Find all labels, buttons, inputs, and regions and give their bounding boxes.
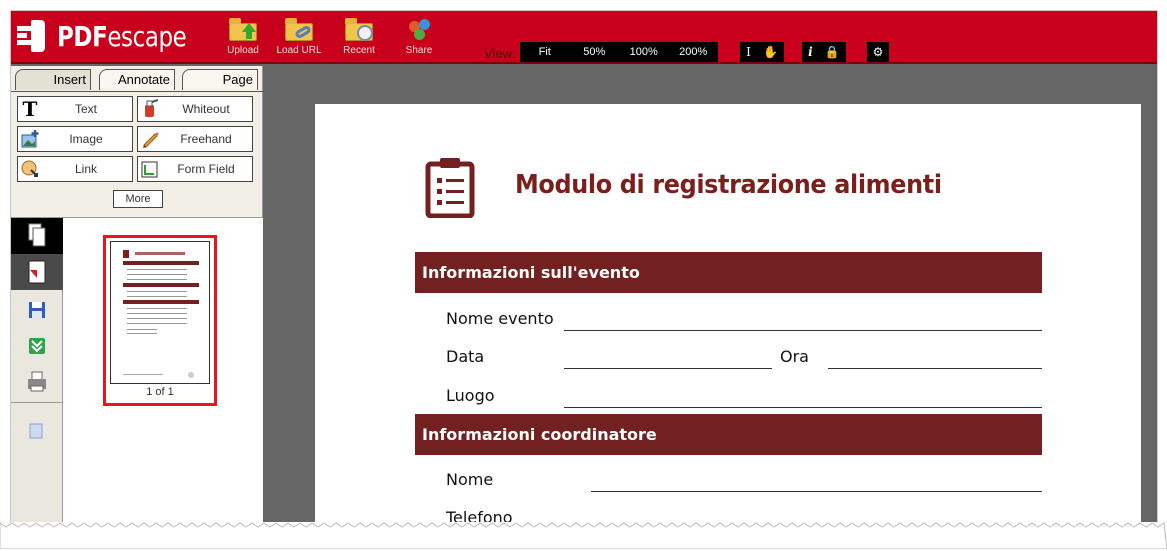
time-label: Ora [780, 347, 809, 366]
page-thumbnail-1[interactable]: 1 of 1 [103, 235, 217, 406]
form-field-tool-button[interactable]: Form Field [137, 156, 253, 182]
pencil-icon [140, 129, 160, 149]
sidebar-icon-strip [11, 218, 63, 532]
freehand-label: Freehand [180, 132, 232, 146]
logo-text: PDFescape [57, 19, 187, 53]
share-button[interactable]: Share [394, 17, 444, 59]
recent-button[interactable]: Recent [334, 17, 384, 59]
name-label: Nome [446, 470, 494, 489]
torn-edge-decoration [0, 522, 1167, 549]
tab-annotate[interactable]: Annotate [99, 69, 175, 90]
load-url-label: Load URL [276, 45, 322, 56]
more-tools-button[interactable]: More [113, 190, 163, 208]
text-tool-button[interactable]: T Text [17, 96, 133, 122]
upload-button[interactable]: Upload [218, 17, 268, 59]
share-label: Share [405, 45, 433, 56]
page-thumbnails-icon[interactable] [11, 218, 63, 254]
section-coordinator-header: Informazioni coordinatore [415, 414, 1042, 455]
whiteout-label: Whiteout [182, 102, 230, 116]
freehand-tool-button[interactable]: Freehand [137, 126, 253, 152]
cursor-tools: I ✋ [740, 42, 784, 62]
settings-tools: ⚙ [867, 42, 889, 62]
view-label: View: [484, 46, 516, 61]
name-line[interactable] [591, 491, 1042, 492]
text-tool-icon: T [22, 97, 38, 121]
top-toolbar: PDFescape Upload Load URL Recent Share V… [11, 11, 1157, 64]
pdfescape-logo[interactable]: PDFescape [15, 19, 215, 53]
place-label: Luogo [446, 386, 495, 405]
date-label: Data [446, 347, 485, 366]
link-label: Link [74, 162, 97, 176]
section-event-header: Informazioni sull'evento [415, 252, 1042, 293]
time-line[interactable] [828, 368, 1042, 369]
image-tool-button[interactable]: Image [17, 126, 133, 152]
pdfescape-app: PDFescape Upload Load URL Recent Share V… [10, 10, 1158, 533]
zoom-fit-option[interactable]: Fit [520, 42, 570, 62]
whiteout-icon [140, 99, 160, 119]
tab-page[interactable]: Page [182, 69, 258, 90]
info-tools: i 🔒 [802, 42, 846, 62]
page-view-icon[interactable] [11, 414, 63, 450]
clipboard-icon [425, 156, 475, 219]
zoom-50-option[interactable]: 50% [570, 42, 620, 62]
pdf-document-icon[interactable] [11, 254, 63, 290]
load-url-button[interactable]: Load URL [274, 17, 324, 59]
lock-icon[interactable]: 🔒 [825, 45, 840, 59]
page-sidebar: 1 of 1 [11, 217, 263, 532]
zoom-200-option[interactable]: 200% [669, 42, 719, 62]
logo-icon [15, 20, 49, 52]
document-title: Modulo di registrazione alimenti [515, 170, 942, 200]
tab-insert[interactable]: Insert [15, 69, 91, 90]
date-line[interactable] [564, 368, 772, 369]
pdf-page[interactable]: Modulo di registrazione alimenti Informa… [315, 104, 1141, 532]
link-icon [20, 159, 40, 179]
upload-icon [225, 17, 261, 43]
place-line[interactable] [564, 407, 1042, 408]
info-icon[interactable]: i [808, 45, 813, 59]
text-cursor-icon[interactable]: I [746, 45, 751, 59]
hand-icon[interactable]: ✋ [763, 45, 778, 59]
thumbnail-preview [110, 241, 210, 384]
recent-label: Recent [343, 45, 375, 56]
upload-label: Upload [227, 45, 259, 56]
thumbnail-panel: 1 of 1 [63, 218, 263, 532]
gear-icon[interactable]: ⚙ [873, 45, 884, 59]
whiteout-tool-button[interactable]: Whiteout [137, 96, 253, 122]
share-people-icon [401, 17, 437, 43]
form-field-label: Form Field [177, 162, 235, 176]
save-icon[interactable] [11, 292, 63, 328]
page-count-label: 1 of 1 [146, 386, 174, 398]
text-tool-label: Text [74, 102, 97, 116]
link-tool-button[interactable]: Link [17, 156, 133, 182]
image-label: Image [69, 132, 103, 146]
panel-tabs: Insert Annotate Page [11, 69, 263, 92]
event-name-label: Nome evento [446, 309, 554, 328]
zoom-100-option[interactable]: 100% [619, 42, 669, 62]
form-field-icon [140, 159, 160, 179]
print-icon[interactable] [11, 364, 63, 400]
load-url-icon [281, 17, 317, 43]
download-icon[interactable] [11, 328, 63, 364]
document-viewport[interactable]: Modulo di registrazione alimenti Informa… [264, 66, 1157, 532]
event-name-line[interactable] [564, 330, 1042, 331]
recent-icon [341, 17, 377, 43]
zoom-selector: Fit 50% 100% 200% [520, 42, 718, 62]
image-icon [20, 129, 40, 149]
